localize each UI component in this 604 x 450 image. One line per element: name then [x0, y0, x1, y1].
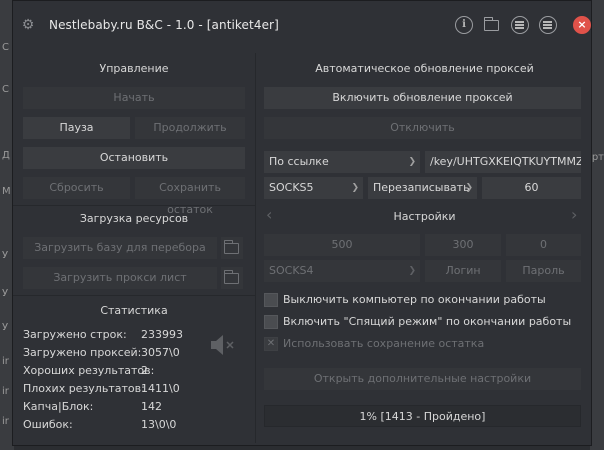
folder-icon: [223, 270, 239, 284]
stat-value: 233993: [141, 328, 183, 341]
background-text: Д: [2, 150, 10, 161]
login-input[interactable]: Логин: [425, 260, 501, 282]
proxy-url-input[interactable]: /key/UHTGXKEIQTKUYTMMZIYC: [425, 151, 581, 173]
more-settings-button[interactable]: Открыть дополнительные настройки: [264, 368, 581, 390]
settings-section-title: Настройки: [393, 210, 456, 223]
enable-proxy-update-button[interactable]: Включить обновление проксей: [264, 87, 581, 109]
timeout-input[interactable]: 300: [425, 234, 501, 256]
background-text: C: [2, 42, 9, 53]
stat-value: 142: [141, 400, 162, 413]
panel-divider: [255, 53, 256, 443]
pause-button[interactable]: Пауза: [23, 117, 130, 139]
stats-section-title: Статистика: [100, 304, 168, 317]
proxy-mode-value: Перезаписывать: [373, 181, 470, 194]
background-text: ir: [2, 356, 9, 367]
main-window: ⚙ Nestlebaby.ru B&C - 1.0 - [antiket4er]…: [12, 0, 592, 446]
proxy-protocol-select[interactable]: SOCKS5 ❯: [264, 177, 363, 199]
disable-proxy-update-button[interactable]: Отключить: [264, 117, 581, 139]
resume-button[interactable]: Продолжить: [135, 117, 245, 139]
settings-protocol-value: SOCKS4: [269, 264, 314, 277]
background-text: У: [2, 322, 9, 333]
stat-value: 2: [141, 364, 148, 377]
control-section-title: Управление: [99, 62, 169, 75]
stat-value: 1411\0: [141, 382, 180, 395]
menu-icon[interactable]: [539, 16, 557, 34]
section-divider: [13, 295, 255, 296]
progress-text: 1% [1413 - Пройдено]: [359, 410, 486, 423]
sleep-label: Включить "Спящий режим" по окончании раб…: [283, 315, 572, 328]
proxy-source-select[interactable]: По ссылке ❯: [264, 151, 420, 173]
stat-label: Капча|Блок:: [23, 400, 94, 413]
settings-protocol-select[interactable]: SOCKS4 ❯: [264, 260, 420, 282]
reset-button[interactable]: Сбросить: [23, 177, 130, 199]
chevron-right-icon[interactable]: ›: [571, 205, 577, 224]
shutdown-checkbox[interactable]: [264, 293, 278, 307]
title-bar[interactable]: ⚙ Nestlebaby.ru B&C - 1.0 - [antiket4er]…: [13, 1, 591, 51]
proxy-mode-select[interactable]: Перезаписывать ❯: [368, 177, 477, 199]
stat-value: 13\0\0: [141, 418, 177, 431]
save-rest-label: Использовать сохранение остатка: [283, 337, 485, 350]
stat-value: 3057\0: [141, 346, 180, 359]
threads-input[interactable]: 500: [264, 234, 420, 256]
stat-label: Загружено проксей:: [23, 346, 142, 359]
info-icon[interactable]: i: [455, 16, 473, 34]
shutdown-label: Выключить компьютер по окончании работы: [283, 293, 546, 306]
speaker-muted-icon[interactable]: [209, 331, 237, 359]
folder-icon[interactable]: [483, 16, 501, 34]
progress-bar: 1% [1413 - Пройдено]: [264, 405, 581, 427]
background-text: М: [2, 186, 11, 197]
folder-icon: [223, 240, 239, 254]
save-rest-button[interactable]: Сохранить остаток: [135, 177, 245, 216]
proxy-protocol-value: SOCKS5: [269, 181, 314, 194]
load-proxy-button[interactable]: Загрузить прокси лист: [23, 267, 217, 289]
background-text: C: [2, 84, 9, 95]
proxy-interval-input[interactable]: 60: [482, 177, 581, 199]
background-text: рт: [591, 152, 604, 163]
stat-label: Хороших результатов:: [23, 364, 155, 377]
stop-button[interactable]: Остановить: [23, 147, 245, 169]
load-base-folder-button[interactable]: [221, 237, 243, 259]
chevron-down-icon: ❯: [408, 157, 416, 167]
background-text: ir: [2, 416, 9, 427]
sleep-checkbox[interactable]: [264, 315, 278, 329]
chevron-down-icon: ❯: [408, 266, 416, 276]
retries-input[interactable]: 0: [506, 234, 581, 256]
background-text: У: [2, 288, 9, 299]
background-text: У: [2, 250, 9, 261]
save-rest-checkbox[interactable]: ✕: [264, 337, 278, 351]
chevron-down-icon: ❯: [465, 183, 473, 193]
password-input[interactable]: Пароль: [506, 260, 581, 282]
stat-label: Ошибок:: [23, 418, 73, 431]
list-icon[interactable]: [511, 16, 529, 34]
chevron-down-icon: ❯: [351, 183, 359, 193]
stat-label: Загружено строк:: [23, 328, 127, 341]
proxy-source-value: По ссылке: [269, 155, 329, 168]
section-divider: [13, 205, 255, 206]
window-title: Nestlebaby.ru B&C - 1.0 - [antiket4er]: [49, 18, 279, 32]
proxy-update-section-title: Автоматическое обновление проксей: [315, 62, 534, 75]
resources-section-title: Загрузка ресурсов: [79, 212, 189, 225]
stat-label: Плохих результатов:: [23, 382, 145, 395]
gear-icon: ⚙: [21, 17, 35, 33]
close-icon[interactable]: ×: [573, 16, 591, 34]
background-text: ir: [2, 386, 9, 397]
start-button[interactable]: Начать: [23, 87, 245, 109]
load-proxy-folder-button[interactable]: [221, 267, 243, 289]
load-base-button[interactable]: Загрузить базу для перебора: [23, 237, 217, 259]
